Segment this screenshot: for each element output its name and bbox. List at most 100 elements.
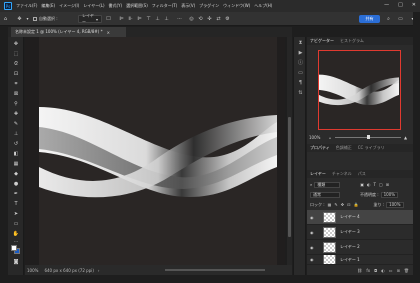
blur-tool-icon[interactable]: ◆ — [12, 171, 20, 177]
info-icon[interactable]: ⓘ — [297, 60, 304, 67]
zoom-slider-knob[interactable] — [367, 135, 370, 139]
menu-help[interactable]: ヘルプ(H) — [254, 3, 272, 9]
hand-tool-icon[interactable]: ✋ — [12, 231, 20, 237]
menu-type[interactable]: 書式(Y) — [109, 3, 123, 9]
chevron-down-icon[interactable]: ▾ — [24, 15, 31, 23]
transform-controls-checkbox[interactable]: ☐ — [105, 15, 112, 23]
history-icon[interactable]: ⧗ — [297, 40, 304, 47]
minimize-button[interactable]: — — [384, 2, 389, 8]
layer-row[interactable]: ◉ レイヤー 4 — [307, 210, 413, 225]
navigator-preview[interactable] — [318, 50, 401, 130]
comment-icon[interactable]: ▭ — [297, 70, 304, 77]
eraser-tool-icon[interactable]: ◧ — [12, 151, 20, 157]
close-tab-icon[interactable]: × — [107, 30, 110, 35]
scrollbar-thumb[interactable] — [288, 117, 291, 237]
link-layers-icon[interactable]: ⛓ — [357, 268, 362, 273]
add-mask-icon[interactable]: ◘ — [374, 268, 377, 273]
3d-mode-icon[interactable]: ◎ — [188, 15, 195, 23]
navigator-zoom-value[interactable]: 100% — [309, 135, 320, 140]
tab-properties[interactable]: プロパティ — [307, 145, 333, 151]
3d-rotate-icon[interactable]: ⟲ — [197, 15, 204, 23]
move-tool-icon[interactable]: ✥ — [12, 41, 20, 47]
align-top-icon[interactable]: ⊤ — [145, 15, 152, 23]
navigator-zoom-slider[interactable] — [335, 135, 401, 139]
zoom-level[interactable]: 100% — [27, 268, 38, 273]
workspace-icon[interactable]: ▭ — [397, 15, 404, 23]
maximize-button[interactable]: □ — [398, 2, 403, 8]
fx-icon[interactable]: fx — [366, 268, 370, 273]
dodge-tool-icon[interactable]: ● — [12, 181, 20, 187]
pen-tool-icon[interactable]: ✒ — [12, 191, 20, 197]
blend-mode-dropdown[interactable]: 通常 — [310, 191, 340, 198]
3d-slide-icon[interactable]: ⇄ — [215, 15, 222, 23]
folder-icon[interactable]: ▭ — [389, 268, 393, 273]
align-middle-icon[interactable]: ⊥ — [154, 15, 161, 23]
align-bottom-icon[interactable]: ⊥ — [163, 15, 170, 23]
layer-row[interactable]: ◉ レイヤー 1 — [307, 255, 413, 265]
zoom-out-icon[interactable]: ▵ — [329, 135, 331, 140]
menu-view[interactable]: 表示(V) — [181, 3, 195, 9]
stamp-tool-icon[interactable]: ⊥ — [12, 131, 20, 137]
marquee-tool-icon[interactable]: ⬚ — [12, 51, 20, 57]
layer-row[interactable]: ◉ レイヤー 2 — [307, 240, 413, 255]
move-icon[interactable]: ✥ — [16, 15, 23, 23]
align-right-icon[interactable]: ⊫ — [136, 15, 143, 23]
gradient-tool-icon[interactable]: ▦ — [12, 161, 20, 167]
menu-filter[interactable]: フィルター(T) — [152, 3, 177, 9]
3d-drag-icon[interactable]: ✣ — [206, 15, 213, 23]
crop-tool-icon[interactable]: ⌗ — [12, 81, 20, 87]
menu-window[interactable]: ウィンドウ(W) — [223, 3, 250, 9]
eyedropper-tool-icon[interactable]: ⚲ — [12, 101, 20, 107]
rectangle-tool-icon[interactable]: ▭ — [12, 221, 20, 227]
auto-select-target-dropdown[interactable]: レイヤー ▾ — [78, 13, 102, 24]
layer-kind-filter[interactable]: 種類 — [314, 181, 341, 188]
new-layer-icon[interactable]: ⊞ — [397, 268, 400, 273]
adjustments-icon[interactable]: ⇅ — [297, 90, 304, 97]
adjustment-layer-icon[interactable]: ◐ — [381, 268, 385, 273]
eye-icon[interactable]: ◉ — [310, 245, 318, 250]
object-selection-tool-icon[interactable]: ⊡ — [12, 71, 20, 77]
eye-icon[interactable]: ◉ — [310, 257, 318, 262]
share-button[interactable]: 共有 — [359, 15, 380, 23]
tab-histogram[interactable]: ヒストグラム — [337, 38, 367, 44]
zoom-in-icon[interactable]: ▲ — [404, 135, 407, 140]
search-icon[interactable]: ⌕ — [385, 15, 392, 23]
tab-layers[interactable]: レイヤー — [307, 171, 329, 177]
close-window-button[interactable]: ✕ — [412, 2, 416, 8]
menu-image[interactable]: イメージ(I) — [59, 3, 79, 9]
frame-tool-icon[interactable]: ⊠ — [12, 91, 20, 97]
quick-mask-icon[interactable]: ◙ — [12, 259, 20, 265]
auto-select-toggle[interactable]: 自動選択 : — [33, 15, 58, 23]
menu-edit[interactable]: 編集(E) — [41, 3, 55, 9]
menu-plugins[interactable]: プラグイン — [199, 3, 219, 9]
document-canvas[interactable] — [39, 37, 277, 265]
healing-brush-tool-icon[interactable]: ✚ — [12, 111, 20, 117]
tab-channels[interactable]: チャンネル — [329, 171, 355, 177]
type-tool-icon[interactable]: T — [12, 201, 20, 207]
menu-layer[interactable]: レイヤー(L) — [83, 3, 104, 9]
horizontal-scrollbar[interactable] — [165, 269, 265, 271]
layer-row[interactable]: ◉ レイヤー 3 — [307, 225, 413, 240]
lock-icons[interactable]: ▦✎✥⊡🔒 — [328, 202, 362, 207]
align-left-icon[interactable]: ⊫ — [118, 15, 125, 23]
tab-navigator[interactable]: ナビゲーター — [307, 38, 337, 44]
opacity-input[interactable]: 100% — [380, 191, 399, 198]
lasso-tool-icon[interactable]: ᘓ — [12, 61, 20, 67]
gear-icon[interactable]: ⚙ — [224, 15, 231, 23]
menu-select[interactable]: 選択範囲(S) — [126, 3, 148, 9]
play-actions-icon[interactable]: ▶ — [297, 50, 304, 57]
document-tab[interactable]: 名称未設定 1 @ 100% (レイヤー 4, RGB/8#) * × — [11, 27, 126, 37]
canvas-area[interactable] — [25, 37, 285, 265]
foreground-color-swatch[interactable] — [11, 245, 17, 251]
home-icon[interactable]: ⌂ — [2, 15, 9, 23]
fill-input[interactable]: 100% — [386, 201, 404, 208]
tab-cc-libraries[interactable]: CC ライブラリ — [355, 145, 388, 151]
tab-adjustments[interactable]: 色調補正 — [333, 145, 355, 151]
brush-tool-icon[interactable]: ✎ — [12, 121, 20, 127]
history-brush-tool-icon[interactable]: ↺ — [12, 141, 20, 147]
tab-paths[interactable]: パス — [355, 171, 369, 177]
auto-select-checkbox[interactable] — [33, 17, 37, 21]
eye-icon[interactable]: ◉ — [310, 230, 318, 235]
eye-icon[interactable]: ◉ — [310, 215, 318, 220]
layer-filter-icons[interactable]: ▣◐T▢⊞ — [360, 182, 392, 187]
